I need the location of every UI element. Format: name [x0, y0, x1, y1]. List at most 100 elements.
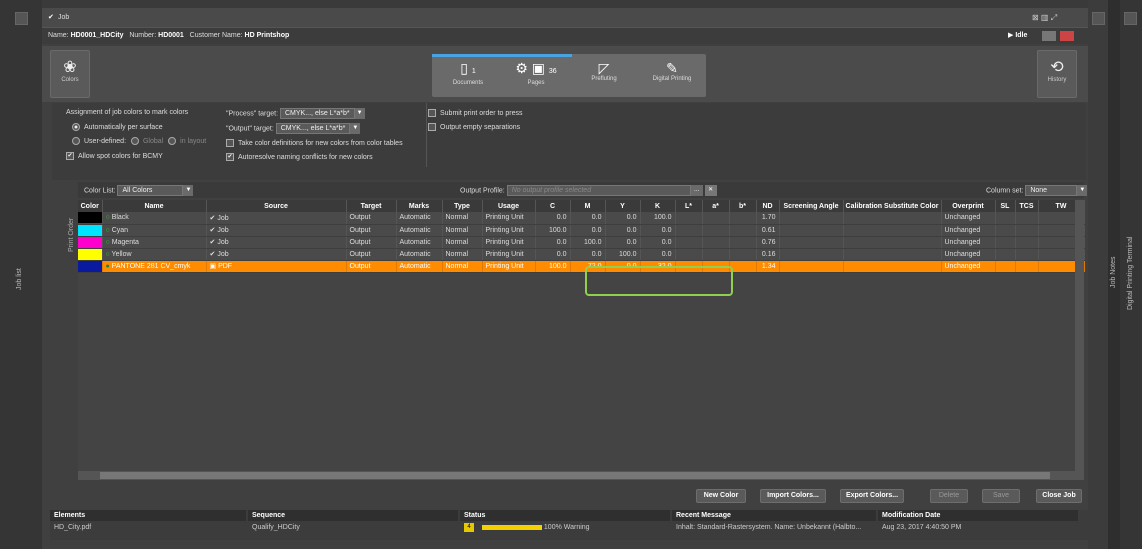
cell-m[interactable]: 0.0: [570, 248, 606, 261]
cell-empty[interactable]: [675, 212, 703, 225]
workflow-documents[interactable]: ▯ 1 Documents: [436, 54, 500, 97]
cell-overprint[interactable]: Unchanged: [941, 236, 996, 249]
cell-empty[interactable]: [729, 236, 757, 249]
cell-source[interactable]: ✔ Job: [206, 248, 347, 261]
user-defined-radio[interactable]: User-defined: Global in layout: [72, 137, 206, 145]
cell-empty[interactable]: [1015, 260, 1039, 273]
cell-marks[interactable]: Automatic: [396, 236, 443, 249]
cell-source[interactable]: ✔ Job: [206, 236, 347, 249]
cell-target[interactable]: Output: [346, 212, 397, 225]
col-sequence[interactable]: Sequence: [248, 510, 458, 521]
output-target-select[interactable]: CMYK..., else L*a*b*: [275, 123, 351, 134]
cell-empty[interactable]: [995, 260, 1016, 273]
cell-name[interactable]: ○ Yellow: [102, 248, 207, 261]
cell-marks[interactable]: Automatic: [396, 248, 443, 261]
table-row[interactable]: ● PANTONE 281 CV_cmyk ▣ PDF Output Automati…: [78, 260, 1085, 273]
cell-empty[interactable]: [995, 212, 1016, 225]
cell-c[interactable]: 100.0: [535, 224, 571, 237]
element-file[interactable]: HD_City.pdf: [50, 522, 246, 534]
cell-empty[interactable]: [729, 224, 757, 237]
cell-usage[interactable]: Printing Unit: [482, 248, 536, 261]
column-header[interactable]: b*: [729, 200, 757, 212]
import-colors-button[interactable]: Import Colors...: [760, 489, 826, 503]
save-button[interactable]: Save: [982, 489, 1020, 503]
column-set-select[interactable]: None: [1025, 185, 1078, 196]
cell-nd[interactable]: 0.61: [756, 224, 780, 237]
autoresolve-checkbox[interactable]: ✔ Autoresolve naming conflicts for new co…: [226, 153, 373, 161]
clear-icon[interactable]: ✕: [704, 185, 717, 196]
cell-empty[interactable]: [675, 224, 703, 237]
cell-empty[interactable]: [995, 224, 1016, 237]
column-header[interactable]: Color: [78, 200, 103, 212]
column-header[interactable]: Overprint: [941, 200, 996, 212]
more-icon[interactable]: …: [690, 185, 703, 196]
notes-icon[interactable]: [1092, 12, 1105, 25]
new-color-button[interactable]: New Color: [696, 489, 746, 503]
cell-y[interactable]: 0.0: [605, 236, 641, 249]
cell-type[interactable]: Normal: [442, 224, 483, 237]
play-button[interactable]: [1042, 31, 1056, 41]
vertical-scrollbar[interactable]: [1075, 200, 1084, 471]
column-header[interactable]: Target: [346, 200, 397, 212]
column-header[interactable]: Usage: [482, 200, 536, 212]
history-button[interactable]: ⟲ History: [1037, 50, 1077, 98]
cell-type[interactable]: Normal: [442, 212, 483, 225]
cell-c[interactable]: 0.0: [535, 248, 571, 261]
cell-empty[interactable]: [675, 248, 703, 261]
cell-empty[interactable]: [1015, 224, 1039, 237]
cell-empty[interactable]: [779, 236, 844, 249]
cell-empty[interactable]: [729, 248, 757, 261]
chevron-down-icon[interactable]: ▼: [354, 108, 365, 119]
column-header[interactable]: K: [640, 200, 676, 212]
color-swatch[interactable]: [78, 236, 103, 249]
cell-m[interactable]: 0.0: [570, 224, 606, 237]
output-empty-checkbox[interactable]: Output empty separations: [428, 123, 520, 131]
color-swatch[interactable]: [78, 212, 103, 225]
print-order-tab[interactable]: Print Order: [68, 218, 75, 252]
digital-printing-terminal-tab[interactable]: Digital Printing Terminal: [1127, 237, 1134, 310]
cell-nd[interactable]: 0.16: [756, 248, 780, 261]
cell-empty[interactable]: [702, 236, 730, 249]
cell-empty[interactable]: [843, 236, 942, 249]
cell-empty[interactable]: [1015, 236, 1039, 249]
cell-marks[interactable]: Automatic: [396, 224, 443, 237]
column-header[interactable]: M: [570, 200, 606, 212]
column-header[interactable]: Name: [102, 200, 207, 212]
cell-empty[interactable]: [1015, 248, 1039, 261]
cell-m[interactable]: 0.0: [570, 212, 606, 225]
cell-overprint[interactable]: Unchanged: [941, 212, 996, 225]
cell-empty[interactable]: [702, 212, 730, 225]
cell-target[interactable]: Output: [346, 236, 397, 249]
col-recent[interactable]: Recent Message: [672, 510, 876, 521]
cell-source[interactable]: ✔ Job: [206, 224, 347, 237]
cell-name[interactable]: ○ Magenta: [102, 236, 207, 249]
output-profile-field[interactable]: No output profile selected: [506, 185, 691, 196]
cell-empty[interactable]: [843, 248, 942, 261]
cell-nd[interactable]: 1.70: [756, 212, 780, 225]
col-modified[interactable]: Modification Date: [878, 510, 1078, 521]
cell-usage[interactable]: Printing Unit: [482, 224, 536, 237]
cell-y[interactable]: 0.0: [605, 224, 641, 237]
cell-overprint[interactable]: Unchanged: [941, 260, 996, 273]
cell-usage[interactable]: Printing Unit: [482, 236, 536, 249]
cell-overprint[interactable]: Unchanged: [941, 224, 996, 237]
stop-button[interactable]: [1060, 31, 1074, 41]
cell-nd[interactable]: 0.76: [756, 236, 780, 249]
column-header[interactable]: SL: [995, 200, 1016, 212]
cell-empty[interactable]: [779, 248, 844, 261]
cell-name[interactable]: ○ Cyan: [102, 224, 207, 237]
cell-type[interactable]: Normal: [442, 236, 483, 249]
workflow-prefluting[interactable]: ◸ Prefluting: [572, 54, 636, 97]
cell-target[interactable]: Output: [346, 248, 397, 261]
cell-overprint[interactable]: Unchanged: [941, 248, 996, 261]
cell-empty[interactable]: [779, 260, 844, 273]
cell-empty[interactable]: [995, 236, 1016, 249]
column-header[interactable]: Source: [206, 200, 347, 212]
cell-name[interactable]: ● PANTONE 281 CV_cmyk: [102, 260, 207, 273]
color-list-select[interactable]: All Colors: [117, 185, 184, 196]
cell-c[interactable]: 0.0: [535, 236, 571, 249]
col-status[interactable]: Status: [460, 510, 670, 521]
job-list-tab[interactable]: Job list: [16, 268, 23, 290]
column-header[interactable]: C: [535, 200, 571, 212]
column-header[interactable]: Screening Angle: [779, 200, 844, 212]
